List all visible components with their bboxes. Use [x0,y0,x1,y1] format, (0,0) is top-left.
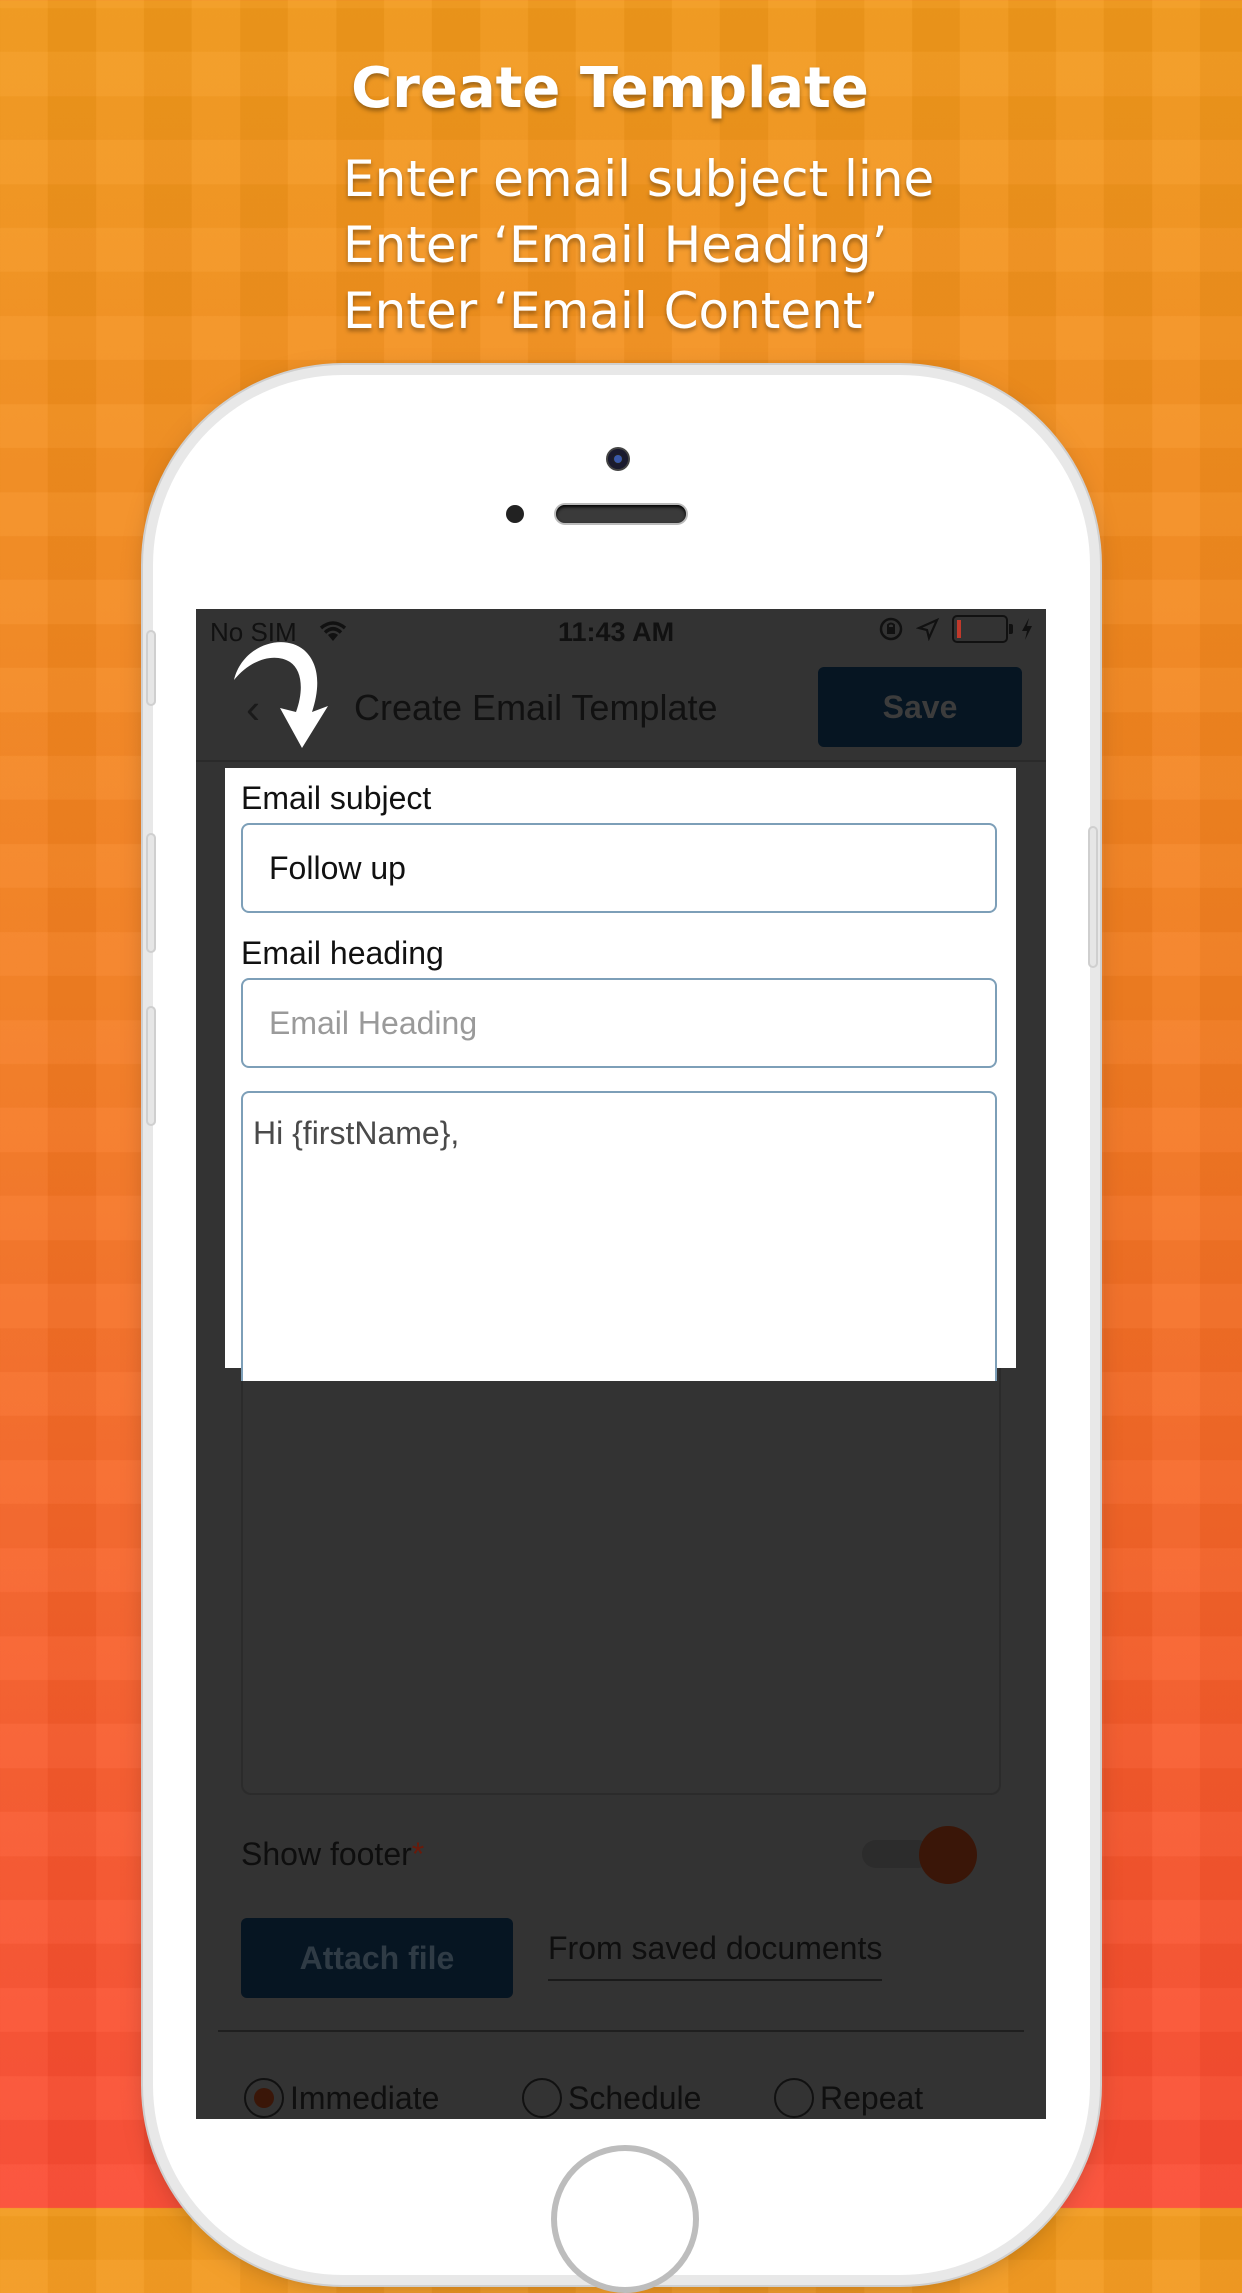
save-button[interactable]: Save [818,667,1022,747]
highlighted-form-card: Email subject Email heading Hi {firstNam… [225,768,1016,1381]
required-asterisk: * [411,1836,425,1872]
delivery-option-schedule[interactable]: Schedule [522,2078,701,2118]
show-footer-text: Show footer [241,1836,412,1872]
email-heading-label: Email heading [241,935,444,971]
radio-repeat-label: Repeat [820,2079,924,2116]
show-footer-label: Show footer* [241,1836,424,1873]
status-icons [878,615,1034,643]
page-title: Create Email Template [354,687,718,728]
radio-repeat[interactable] [774,2078,814,2118]
radio-schedule-label: Schedule [568,2079,702,2116]
attach-file-button[interactable]: Attach file [241,1918,513,1998]
promo-instructions: Enter email subject line Enter ‘Email He… [343,146,934,344]
mute-switch [146,630,156,706]
show-footer-toggle[interactable] [919,1826,977,1884]
location-icon [916,617,940,641]
email-heading-field[interactable] [241,978,997,1068]
promo-line-heading: Enter ‘Email Heading’ [343,216,888,274]
email-subject-label: Email subject [241,780,432,816]
email-content-input[interactable]: Hi {firstName}, [243,1093,995,1381]
battery-icon [952,615,1013,643]
volume-down-button [146,1006,156,1126]
charging-icon [1022,618,1032,640]
email-content-field[interactable]: Hi {firstName}, [241,1091,997,1381]
front-camera [608,449,628,469]
status-time: 11:43 AM [558,617,675,647]
radio-immediate-label: Immediate [290,2079,440,2116]
curved-arrow-icon [234,642,328,748]
delivery-option-immediate[interactable]: Immediate [244,2078,439,2118]
email-subject-field[interactable] [241,823,997,913]
radio-immediate[interactable] [244,2078,284,2118]
power-button [1088,826,1098,968]
email-content-field-dimmed [241,1315,1001,1795]
email-heading-input[interactable] [243,980,995,1066]
section-divider [218,2030,1024,2032]
volume-up-button [146,833,156,953]
promo-line-subject: Enter email subject line [343,150,935,208]
proximity-sensor [506,505,524,523]
orientation-lock-icon [879,617,903,641]
from-saved-documents-link[interactable]: From saved documents [548,1930,883,1981]
home-button[interactable] [551,2145,699,2293]
promo-line-content: Enter ‘Email Content’ [343,282,879,340]
earpiece-speaker [556,505,686,523]
delivery-option-repeat[interactable]: Repeat [774,2078,923,2118]
promo-title: Create Template [351,56,869,121]
email-subject-input[interactable] [243,825,995,911]
radio-schedule[interactable] [522,2078,562,2118]
